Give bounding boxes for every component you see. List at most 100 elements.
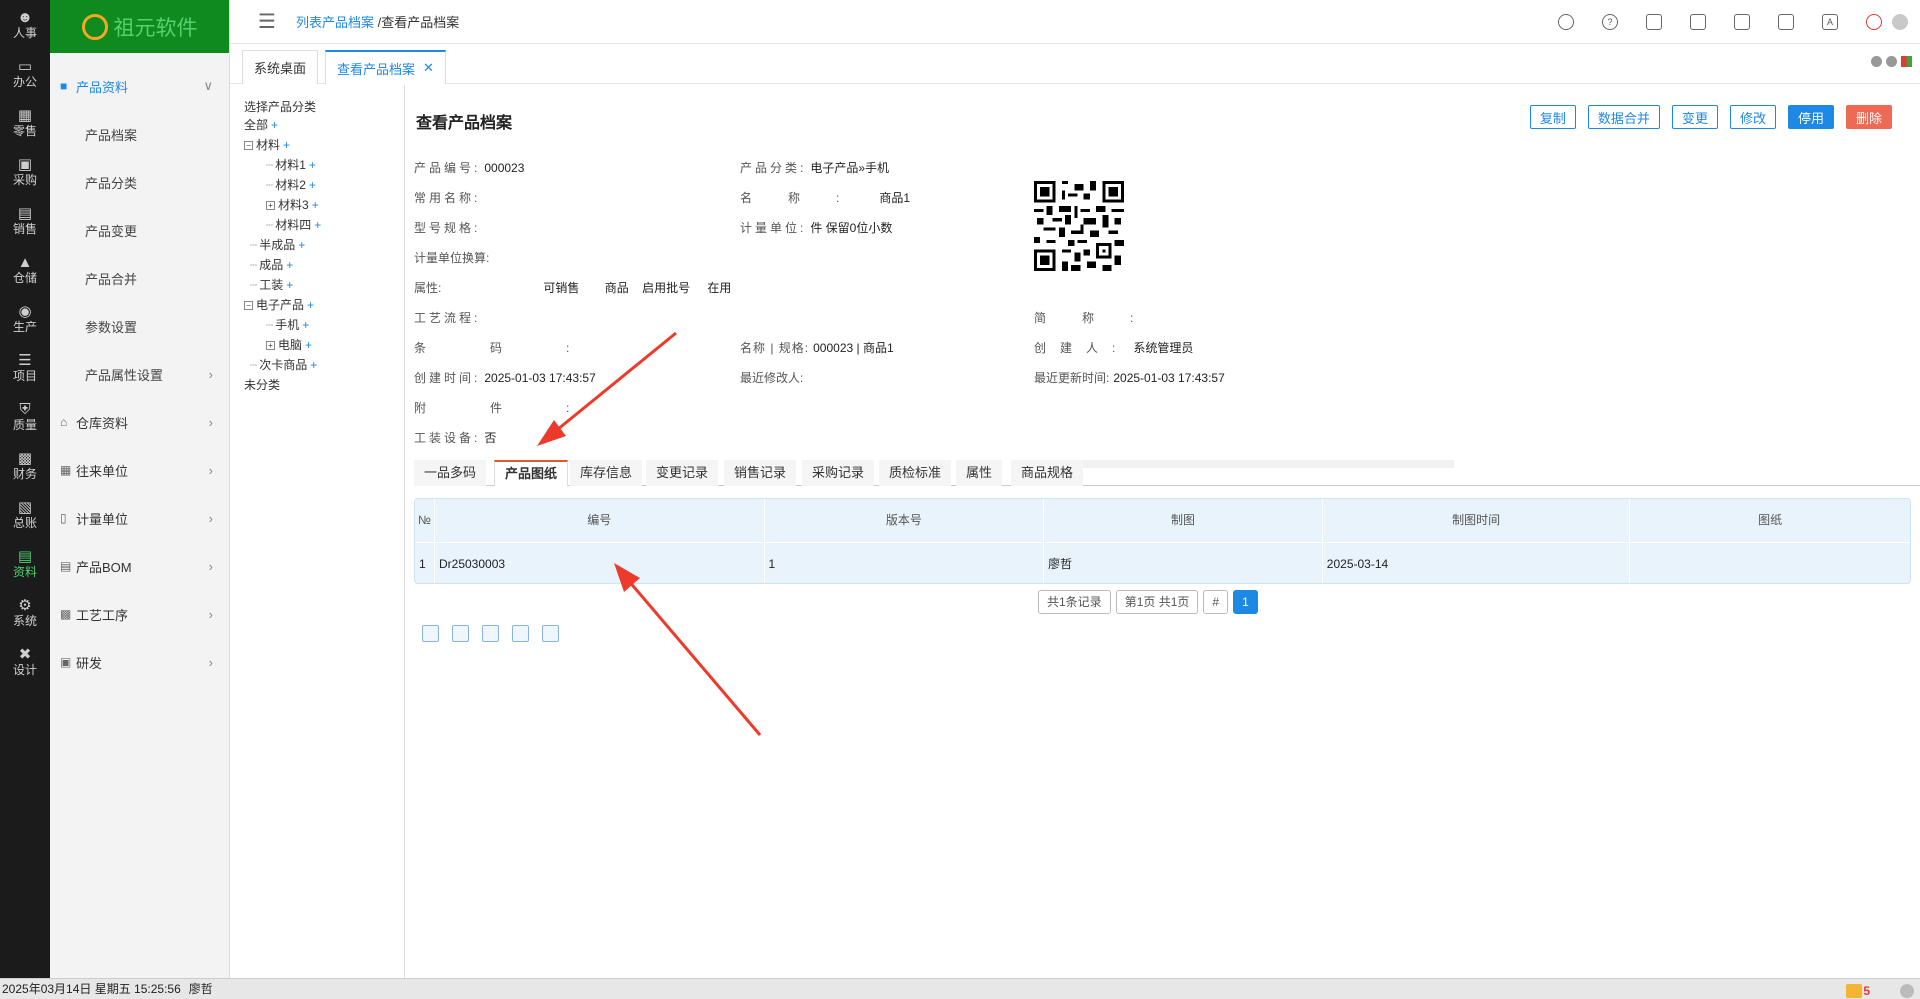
add-icon[interactable]: + bbox=[309, 178, 316, 192]
tab-menu-icon[interactable] bbox=[1901, 56, 1912, 67]
sidebar-group-product-data[interactable]: ■ 产品资料 ∨ bbox=[50, 62, 229, 110]
font-icon[interactable]: A bbox=[1822, 14, 1838, 30]
scroll-left-icon[interactable] bbox=[1871, 56, 1882, 67]
sidebar-group-units[interactable]: ▯ 计量单位 › bbox=[50, 494, 229, 542]
tree-node[interactable]: 未分类 bbox=[244, 375, 404, 395]
sidebar-group-bom[interactable]: ▤ 产品BOM › bbox=[50, 542, 229, 590]
help-icon[interactable]: ? bbox=[1602, 14, 1618, 30]
merge-data-button[interactable]: 数据合并 bbox=[1587, 105, 1660, 129]
tab-qc-standard[interactable]: 质检标准 bbox=[879, 460, 952, 486]
tree-node[interactable]: 全部 + bbox=[244, 115, 404, 135]
sidebar-group-process[interactable]: ▩ 工艺工序 › bbox=[50, 590, 229, 638]
logo[interactable]: 祖元软件 bbox=[50, 0, 229, 53]
sidebar-item-product-category[interactable]: 产品分类 bbox=[50, 158, 229, 206]
pager-jump-button[interactable]: # bbox=[1203, 590, 1229, 614]
tree-node[interactable]: ┄ 次卡商品 + bbox=[244, 355, 404, 375]
column-header[interactable]: № bbox=[415, 499, 435, 541]
breadcrumb-link[interactable]: 列表产品档案 bbox=[296, 15, 374, 30]
table-icon[interactable] bbox=[482, 625, 499, 642]
tree-node[interactable]: ┄ 半成品 + bbox=[244, 235, 404, 255]
message-icon[interactable] bbox=[1846, 984, 1863, 998]
column-header[interactable]: 制图时间 bbox=[1323, 499, 1631, 541]
menu-toggle-icon[interactable]: ☰ bbox=[258, 9, 286, 34]
sidebar-group-partners[interactable]: ▦ 往来单位 › bbox=[50, 446, 229, 494]
tab-attributes[interactable]: 属性 bbox=[956, 460, 1003, 486]
add-icon[interactable]: + bbox=[307, 298, 314, 312]
rail-item-quality[interactable]: ⛨ 质量 bbox=[0, 392, 50, 441]
rail-item-warehouse[interactable]: ▲ 仓储 bbox=[0, 245, 50, 294]
column-header[interactable]: 编号 bbox=[435, 499, 765, 541]
tab-change-log[interactable]: 变更记录 bbox=[646, 460, 719, 486]
edit-icon[interactable] bbox=[512, 625, 529, 642]
rail-item-purchase[interactable]: ▣ 采购 bbox=[0, 147, 50, 196]
shirt-icon[interactable] bbox=[1646, 14, 1662, 30]
tree-node[interactable]: ┄ 材料四 + bbox=[244, 215, 404, 235]
add-icon[interactable]: + bbox=[302, 318, 309, 332]
collapse-icon[interactable]: − bbox=[244, 141, 253, 151]
add-icon[interactable]: + bbox=[305, 338, 312, 352]
add-icon[interactable]: + bbox=[286, 278, 293, 292]
blank-page-icon[interactable] bbox=[452, 625, 469, 642]
add-icon[interactable]: + bbox=[271, 118, 278, 132]
column-header[interactable]: 制图 bbox=[1044, 499, 1323, 541]
pager-page-1[interactable]: 1 bbox=[1233, 590, 1258, 614]
tree-node[interactable]: + 电脑 + bbox=[244, 335, 404, 355]
tab-sales-log[interactable]: 销售记录 bbox=[724, 460, 797, 486]
add-icon[interactable]: + bbox=[310, 358, 317, 372]
tree-node[interactable]: + 材料3 + bbox=[244, 195, 404, 215]
sidebar-item-product-change[interactable]: 产品变更 bbox=[50, 206, 229, 254]
rail-item-general-ledger[interactable]: ▧ 总账 bbox=[0, 490, 50, 539]
calendar-icon[interactable] bbox=[1778, 14, 1794, 30]
add-icon[interactable]: + bbox=[298, 238, 305, 252]
tree-node[interactable]: ┄ 手机 + bbox=[244, 315, 404, 335]
power-icon[interactable] bbox=[1866, 14, 1882, 30]
sidebar-group-warehouse[interactable]: ⌂ 仓库资料 › bbox=[50, 398, 229, 446]
rail-item-office[interactable]: ▭ 办公 bbox=[0, 49, 50, 98]
rail-item-sales[interactable]: ▤ 销售 bbox=[0, 196, 50, 245]
tree-node[interactable]: ┄ 材料2 + bbox=[244, 175, 404, 195]
user-avatar-icon[interactable] bbox=[1892, 14, 1908, 30]
tree-node[interactable]: ┄ 工装 + bbox=[244, 275, 404, 295]
window-icon[interactable] bbox=[1690, 14, 1706, 30]
tree-node[interactable]: − 材料 + bbox=[244, 135, 404, 155]
change-button[interactable]: 变更 bbox=[1671, 105, 1718, 129]
column-header[interactable]: 图纸 bbox=[1630, 499, 1910, 541]
copy-button[interactable]: 复制 bbox=[1529, 105, 1576, 129]
tab-view-product[interactable]: 查看产品档案 ✕ bbox=[325, 50, 446, 84]
tab-inventory[interactable]: 库存信息 bbox=[570, 460, 643, 486]
edit-button[interactable]: 修改 bbox=[1729, 105, 1776, 129]
tab-desktop[interactable]: 系统桌面 bbox=[242, 50, 319, 84]
apps-icon[interactable] bbox=[1734, 14, 1750, 30]
list-icon[interactable] bbox=[422, 625, 439, 642]
tree-node[interactable]: − 电子产品 + bbox=[244, 295, 404, 315]
table-row[interactable]: 1 Dr25030003 1 廖哲 2025-03-14 bbox=[415, 542, 1910, 583]
delete-button[interactable]: 删除 bbox=[1845, 105, 1892, 129]
expand-icon[interactable]: + bbox=[266, 201, 275, 211]
rail-item-system[interactable]: ⚙ 系统 bbox=[0, 588, 50, 637]
disable-button[interactable]: 停用 bbox=[1787, 105, 1834, 129]
rail-item-retail[interactable]: ▦ 零售 bbox=[0, 98, 50, 147]
rail-item-hr[interactable]: ☻ 人事 bbox=[0, 0, 50, 49]
rail-item-finance[interactable]: ▩ 财务 bbox=[0, 441, 50, 490]
close-icon[interactable]: ✕ bbox=[423, 60, 434, 76]
rail-item-production[interactable]: ◉ 生产 bbox=[0, 294, 50, 343]
rail-item-data[interactable]: ▤ 资料 bbox=[0, 539, 50, 588]
user-status-icon[interactable] bbox=[1900, 984, 1914, 998]
export-icon[interactable] bbox=[542, 625, 559, 642]
add-icon[interactable]: + bbox=[312, 198, 319, 212]
add-icon[interactable]: + bbox=[283, 138, 290, 152]
cloud-icon[interactable] bbox=[1558, 14, 1574, 30]
sidebar-item-product-archive[interactable]: 产品档案 bbox=[50, 110, 229, 158]
add-icon[interactable]: + bbox=[286, 258, 293, 272]
sidebar-item-product-merge[interactable]: 产品合并 bbox=[50, 254, 229, 302]
add-icon[interactable]: + bbox=[309, 158, 316, 172]
add-icon[interactable]: + bbox=[314, 218, 321, 232]
tab-specs[interactable]: 商品规格 bbox=[1011, 460, 1084, 486]
column-header[interactable]: 版本号 bbox=[765, 499, 1045, 541]
sidebar-item-attr-settings[interactable]: 产品属性设置 › bbox=[50, 350, 229, 398]
rail-item-project[interactable]: ☰ 项目 bbox=[0, 343, 50, 392]
tab-multi-code[interactable]: 一品多码 bbox=[414, 460, 487, 486]
collapse-icon[interactable]: − bbox=[244, 301, 253, 311]
scroll-right-icon[interactable] bbox=[1886, 56, 1897, 67]
rail-item-design[interactable]: ✖ 设计 bbox=[0, 637, 50, 686]
